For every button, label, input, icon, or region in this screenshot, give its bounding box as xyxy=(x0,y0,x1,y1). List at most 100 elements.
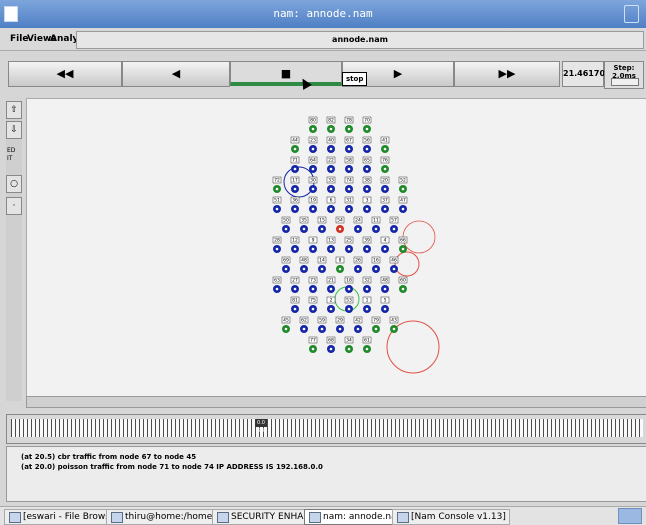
zoom-out-icon[interactable]: ⇩ xyxy=(6,121,22,139)
network-node[interactable]: 6 xyxy=(326,196,336,213)
taskbar-item[interactable]: [eswari - File Browser] xyxy=(4,509,122,525)
network-node[interactable]: 81 xyxy=(290,296,300,313)
network-node[interactable]: 23 xyxy=(308,136,318,153)
taskbar-item[interactable]: [Nam Console v1.13] xyxy=(392,509,510,525)
network-node[interactable]: 18 xyxy=(344,276,354,293)
network-node[interactable]: 12 xyxy=(290,236,300,253)
network-node[interactable]: 68 xyxy=(326,336,336,353)
network-node[interactable]: 53 xyxy=(344,296,354,313)
network-node[interactable]: 75 xyxy=(308,296,318,313)
network-node[interactable]: 78 xyxy=(344,116,354,133)
network-node[interactable]: 14 xyxy=(317,256,327,273)
canvas-horizontal-scrollbar[interactable] xyxy=(26,396,646,408)
network-node[interactable]: 41 xyxy=(380,136,390,153)
network-node[interactable]: 45 xyxy=(281,316,291,333)
network-node[interactable]: 66 xyxy=(398,236,408,253)
network-node[interactable]: 13 xyxy=(326,236,336,253)
network-node[interactable]: 62 xyxy=(299,316,309,333)
network-node[interactable]: 19 xyxy=(308,196,318,213)
network-node[interactable]: 47 xyxy=(398,196,408,213)
network-node[interactable]: 57 xyxy=(389,216,399,233)
network-node[interactable]: 43 xyxy=(389,316,399,333)
network-node[interactable]: 34 xyxy=(344,336,354,353)
network-node[interactable]: 61 xyxy=(362,336,372,353)
network-node[interactable]: 11 xyxy=(371,216,381,233)
network-node[interactable]: 71 xyxy=(290,156,300,173)
zoom-in-icon[interactable]: ⇧ xyxy=(6,101,22,119)
network-node[interactable]: 65 xyxy=(362,156,372,173)
play-backward-button[interactable]: ◀ xyxy=(122,61,230,87)
taskbar-item[interactable]: thiru@home:/home/thi... xyxy=(106,509,228,525)
network-node[interactable]: 52 xyxy=(398,176,408,193)
edit-tool-icon[interactable]: · xyxy=(6,197,22,215)
network-node[interactable]: 39 xyxy=(362,236,372,253)
network-node[interactable]: 20 xyxy=(380,176,390,193)
window-title-bar[interactable]: nam: annode.nam xyxy=(0,0,646,29)
network-node[interactable]: 8 xyxy=(335,256,345,273)
network-node[interactable]: 33 xyxy=(326,176,336,193)
network-node[interactable]: 38 xyxy=(362,176,372,193)
maximize-button[interactable] xyxy=(624,5,639,23)
network-node[interactable]: 31 xyxy=(344,196,354,213)
network-node[interactable]: 1 xyxy=(362,296,372,313)
network-node[interactable]: 74 xyxy=(344,176,354,193)
network-node[interactable]: 48 xyxy=(380,276,390,293)
network-node[interactable]: 46 xyxy=(389,256,399,273)
network-node[interactable]: 72 xyxy=(272,176,282,193)
network-node[interactable]: 36 xyxy=(290,196,300,213)
network-node[interactable]: 2 xyxy=(326,296,336,313)
network-node[interactable]: 42 xyxy=(353,316,363,333)
network-node[interactable]: 79 xyxy=(371,316,381,333)
network-node[interactable]: 27 xyxy=(290,276,300,293)
network-node[interactable]: 56 xyxy=(362,136,372,153)
network-node[interactable]: 50 xyxy=(281,216,291,233)
network-node[interactable]: 37 xyxy=(380,196,390,213)
network-node[interactable]: 44 xyxy=(290,136,300,153)
network-node[interactable]: 69 xyxy=(281,256,291,273)
menu-file[interactable]: File xyxy=(10,34,28,44)
show-desktop-button[interactable] xyxy=(618,508,642,524)
network-node[interactable]: 77 xyxy=(308,336,318,353)
network-node[interactable]: 16 xyxy=(371,256,381,273)
network-node[interactable]: 76 xyxy=(380,156,390,173)
network-node[interactable]: 54 xyxy=(335,216,345,233)
network-node[interactable]: 30 xyxy=(308,176,318,193)
time-slider-thumb[interactable]: 0.0 70 xyxy=(255,419,267,434)
network-node[interactable]: 9 xyxy=(308,236,318,253)
network-node[interactable]: 17 xyxy=(290,176,300,193)
network-node[interactable]: 58 xyxy=(344,156,354,173)
network-node[interactable]: 28 xyxy=(272,236,282,253)
network-node[interactable]: 15 xyxy=(317,216,327,233)
network-node[interactable]: 3 xyxy=(362,196,372,213)
network-node[interactable]: 80 xyxy=(308,116,318,133)
network-node[interactable]: 35 xyxy=(299,216,309,233)
select-tool-icon[interactable]: ○ xyxy=(6,175,22,193)
network-node[interactable]: 40 xyxy=(326,136,336,153)
node-label: 11 xyxy=(373,218,379,224)
network-node[interactable]: 22 xyxy=(326,156,336,173)
network-node[interactable]: 5 xyxy=(380,296,390,313)
network-node[interactable]: 25 xyxy=(344,236,354,253)
step-slider[interactable] xyxy=(611,78,639,86)
network-node[interactable]: 59 xyxy=(317,316,327,333)
network-node[interactable]: 51 xyxy=(272,196,282,213)
rewind-button[interactable]: ◀◀ xyxy=(8,61,122,87)
fast-forward-button[interactable]: ▶▶ xyxy=(454,61,560,87)
time-slider[interactable]: 0.0 70 xyxy=(6,414,646,444)
network-animation-canvas[interactable]: 80 82 78 70 44 23 40 67 56 41 71 64 22 58 65 76 72 17 30 33… xyxy=(26,98,646,398)
network-node[interactable]: 73 xyxy=(308,276,318,293)
network-node[interactable]: 21 xyxy=(326,276,336,293)
network-node[interactable]: 63 xyxy=(272,276,282,293)
network-node[interactable]: 4 xyxy=(380,236,390,253)
network-node[interactable]: 64 xyxy=(308,156,318,173)
network-node[interactable]: 29 xyxy=(335,316,345,333)
network-node[interactable]: 26 xyxy=(353,256,363,273)
network-node[interactable]: 82 xyxy=(326,116,336,133)
network-node[interactable]: 60 xyxy=(398,276,408,293)
network-node[interactable]: 67 xyxy=(344,136,354,153)
network-node[interactable]: 24 xyxy=(353,216,363,233)
network-node[interactable]: 48 xyxy=(299,256,309,273)
network-node[interactable]: 32 xyxy=(362,276,372,293)
network-node[interactable]: 70 xyxy=(362,116,372,133)
stop-button[interactable]: ■ xyxy=(230,61,342,86)
